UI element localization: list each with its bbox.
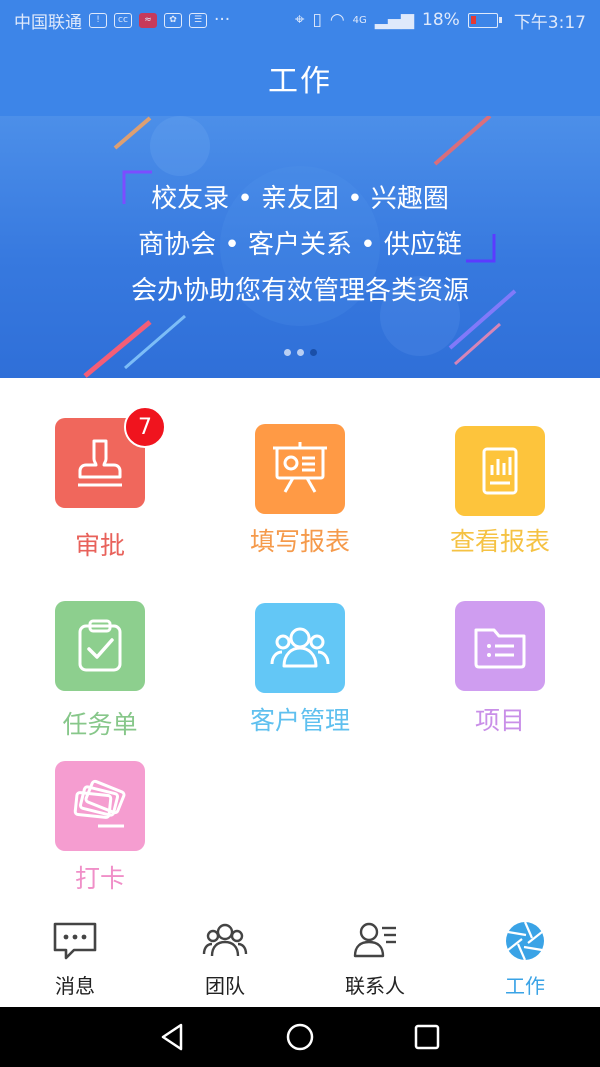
tile-view-report[interactable]: 查看报表 bbox=[400, 426, 600, 596]
users-icon bbox=[270, 627, 330, 668]
system-navigation-bar bbox=[0, 1007, 600, 1067]
report-icon bbox=[482, 447, 518, 495]
banner-line-3: 会办协助您有效管理各类资源 bbox=[130, 276, 469, 306]
tile-task-list[interactable]: 任务单 bbox=[0, 601, 200, 771]
tile-check-in[interactable]: 打卡 bbox=[0, 761, 200, 931]
tile-fill-report-label: 填写报表 bbox=[249, 527, 350, 556]
message-icon bbox=[53, 922, 97, 960]
network-type: 4G bbox=[352, 14, 367, 26]
sim-warning-icon: ! bbox=[89, 12, 107, 28]
clipboard-check-icon bbox=[78, 619, 122, 672]
tile-customer-management-label: 客户管理 bbox=[249, 706, 350, 735]
nav-messages-label: 消息 bbox=[55, 974, 95, 998]
paw-icon: ✿ bbox=[164, 12, 182, 28]
task-list-icon-box bbox=[55, 601, 145, 691]
tile-approval-label: 审批 bbox=[74, 531, 125, 560]
view-report-icon-box bbox=[455, 426, 545, 516]
page-title: 工作 bbox=[268, 64, 332, 99]
tile-view-report-label: 查看报表 bbox=[449, 527, 550, 556]
contacts-icon bbox=[353, 922, 396, 958]
bottom-navigation: 消息 团队 联系人 工作 bbox=[0, 910, 600, 1007]
wifi-icon: ◠ bbox=[329, 10, 345, 30]
tile-customer-management[interactable]: 客户管理 bbox=[200, 603, 400, 773]
page-header: 工作 bbox=[0, 40, 600, 116]
aperture-icon bbox=[506, 921, 544, 961]
stamp-icon bbox=[78, 439, 122, 487]
cards-icon bbox=[73, 779, 126, 828]
signal-icon: ▂▄▆ bbox=[374, 10, 415, 30]
nav-work-label: 工作 bbox=[505, 974, 545, 998]
carousel-dot-1[interactable] bbox=[283, 349, 291, 356]
home-icon[interactable] bbox=[282, 1019, 318, 1055]
app-notification-icon-2: ☰ bbox=[189, 12, 207, 28]
approval-count-badge: 7 bbox=[124, 406, 166, 448]
back-icon[interactable] bbox=[155, 1019, 191, 1055]
carrier-name: 中国联通 bbox=[14, 12, 82, 33]
battery-percent: 18% bbox=[422, 10, 460, 30]
banner-line-1: 校友录 • 亲友团 • 兴趣圈 bbox=[151, 184, 449, 214]
tile-check-in-label: 打卡 bbox=[74, 864, 125, 893]
recent-apps-icon[interactable] bbox=[409, 1019, 445, 1055]
team-icon bbox=[202, 923, 248, 957]
tile-task-list-label: 任务单 bbox=[62, 710, 138, 739]
promo-banner[interactable]: 校友录 • 亲友团 • 兴趣圈 商协会 • 客户关系 • 供应链 会办协助您有效… bbox=[0, 116, 600, 378]
battery-icon bbox=[467, 12, 502, 28]
clock: 下午3:17 bbox=[513, 12, 586, 33]
carousel-dot-2[interactable] bbox=[296, 349, 304, 356]
fill-report-icon-box bbox=[255, 424, 345, 514]
nav-messages[interactable]: 消息 bbox=[0, 910, 150, 1007]
location-icon: ⌖ bbox=[294, 10, 305, 30]
customer-management-icon-box bbox=[255, 603, 345, 693]
carousel-dot-3[interactable] bbox=[309, 349, 317, 356]
app-notification-icon: ≈ bbox=[139, 12, 157, 28]
tile-project-label: 项目 bbox=[474, 706, 525, 735]
banner-line-2: 商协会 • 客户关系 • 供应链 bbox=[138, 230, 462, 260]
vibrate-icon: ▯ bbox=[312, 10, 322, 30]
project-icon-box bbox=[455, 601, 545, 691]
nav-team-label: 团队 bbox=[205, 974, 245, 998]
folder-icon bbox=[474, 628, 526, 669]
more-notifications: ··· bbox=[214, 10, 231, 30]
nav-contacts-label: 联系人 bbox=[345, 974, 405, 998]
tile-approval[interactable]: 7 审批 bbox=[0, 406, 200, 588]
cc-icon: cc bbox=[114, 12, 132, 28]
carousel-indicator bbox=[0, 349, 600, 356]
nav-team[interactable]: 团队 bbox=[150, 910, 300, 1007]
status-bar: 中国联通 ! cc ≈ ✿ ☰ ··· ⌖ ▯ ◠ 4G ▂▄▆ 18% 下午3… bbox=[0, 0, 600, 40]
presentation-icon bbox=[273, 442, 327, 493]
nav-work[interactable]: 工作 bbox=[450, 910, 600, 1007]
nav-contacts[interactable]: 联系人 bbox=[300, 910, 450, 1007]
tile-project[interactable]: 项目 bbox=[400, 601, 600, 771]
tile-fill-report[interactable]: 填写报表 bbox=[200, 424, 400, 594]
check-in-icon-box bbox=[55, 761, 145, 851]
